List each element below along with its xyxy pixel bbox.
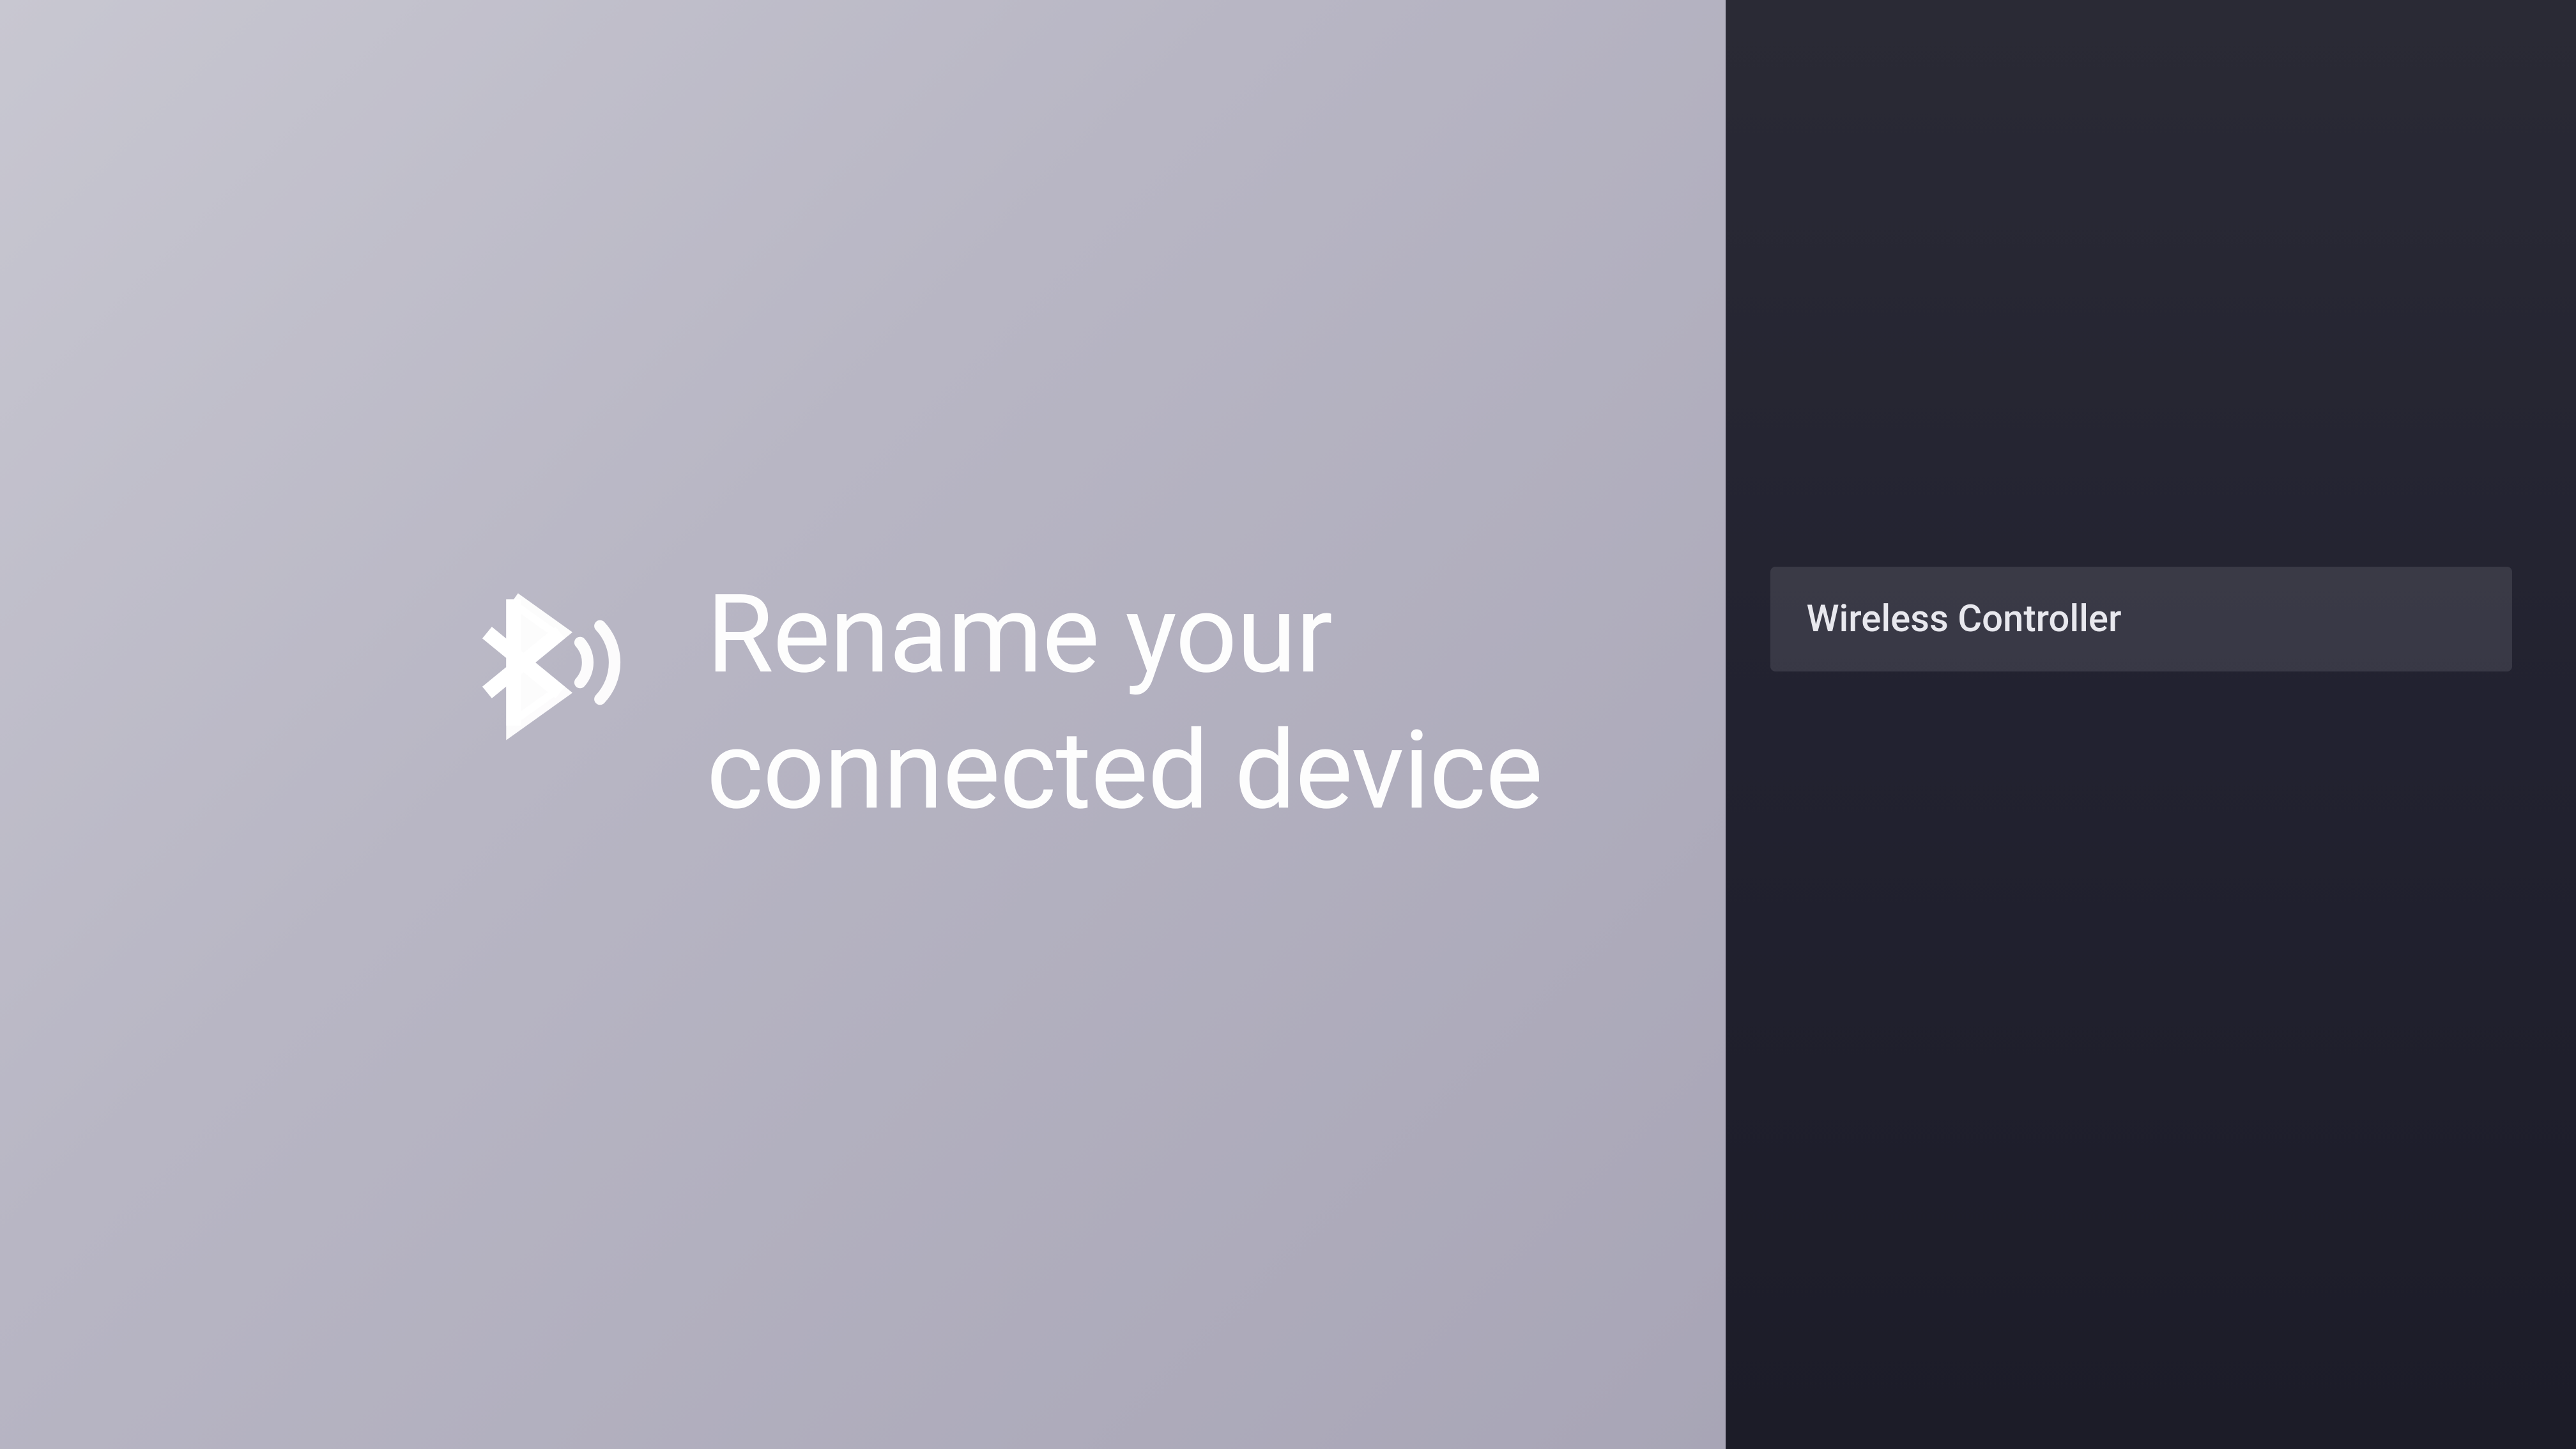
info-content: Rename your connected device bbox=[464, 567, 1572, 838]
action-panel bbox=[1726, 0, 2576, 1449]
info-panel: Rename your connected device bbox=[0, 0, 1726, 1449]
bluetooth-audio-icon bbox=[464, 579, 630, 746]
settings-screen: Rename your connected device bbox=[0, 0, 2576, 1449]
page-title: Rename your connected device bbox=[707, 567, 1572, 838]
device-name-input[interactable] bbox=[1770, 567, 2512, 671]
